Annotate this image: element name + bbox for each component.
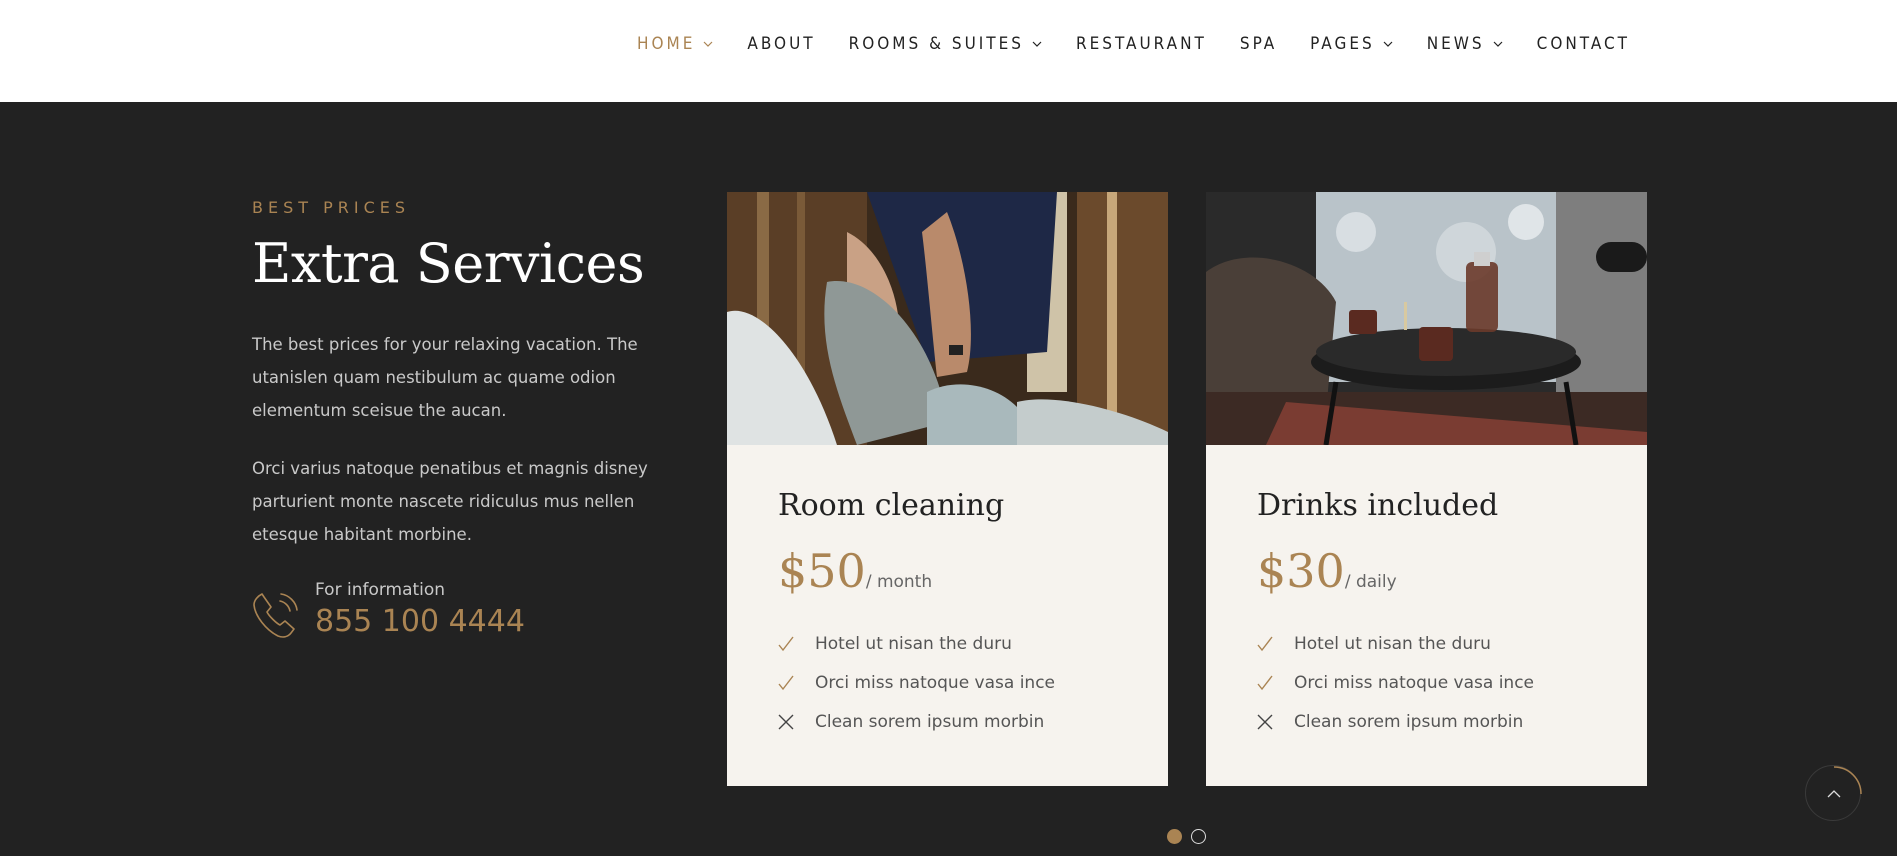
chevron-down-icon xyxy=(1032,41,1042,47)
nav-item-label: PAGES xyxy=(1310,34,1375,54)
nav-item-about[interactable]: ABOUT xyxy=(747,34,815,54)
main-nav: HOME ABOUT ROOMS & SUITES RESTAURANT SPA… xyxy=(637,34,1630,54)
list-item: Clean sorem ipsum morbin xyxy=(778,702,1055,741)
carousel-pager xyxy=(1167,829,1215,844)
nav-item-contact[interactable]: CONTACT xyxy=(1537,34,1630,54)
pager-dot[interactable] xyxy=(1167,829,1182,844)
price-amount: $30 xyxy=(1257,544,1345,598)
list-item: Orci miss natoque vasa ince xyxy=(778,663,1055,702)
nav-item-rooms-suites[interactable]: ROOMS & SUITES xyxy=(849,34,1043,54)
nav-item-spa[interactable]: SPA xyxy=(1240,34,1277,54)
section-paragraph: Orci varius natoque penatibus et magnis … xyxy=(252,459,648,544)
list-item: Orci miss natoque vasa ince xyxy=(1257,663,1534,702)
list-item: Hotel ut nisan the duru xyxy=(778,624,1055,663)
nav-item-label: HOME xyxy=(636,34,696,54)
close-icon xyxy=(1257,714,1273,729)
section-paragraph: The best prices for your relaxing vacati… xyxy=(252,335,638,420)
check-icon xyxy=(1257,636,1273,651)
price-amount: $50 xyxy=(778,544,866,598)
feature-text: Clean sorem ipsum morbin xyxy=(1294,711,1524,732)
feature-list: Hotel ut nisan the duru Orci miss natoqu… xyxy=(778,624,1055,741)
card-title: Drinks included xyxy=(1257,488,1499,523)
close-icon xyxy=(778,714,794,729)
card-title: Room cleaning xyxy=(778,488,1005,523)
check-icon xyxy=(1257,675,1273,690)
feature-list: Hotel ut nisan the duru Orci miss natoqu… xyxy=(1257,624,1534,741)
list-item: Hotel ut nisan the duru xyxy=(1257,624,1534,663)
nav-item-label: NEWS xyxy=(1426,34,1485,54)
housekeeping-photo xyxy=(727,192,1168,445)
pager-dot[interactable] xyxy=(1191,829,1206,844)
nav-item-label: ROOMS & SUITES xyxy=(848,34,1024,54)
service-card: Drinks included $30/ daily Hotel ut nisa… xyxy=(1206,192,1647,786)
nav-item-label: ABOUT xyxy=(747,34,816,54)
nav-item-label: RESTAURANT xyxy=(1076,34,1207,54)
phone-number[interactable]: 855 100 4444 xyxy=(315,604,525,639)
info-label: For information xyxy=(315,580,446,600)
nav-item-pages[interactable]: PAGES xyxy=(1310,34,1394,54)
nav-item-restaurant[interactable]: RESTAURANT xyxy=(1076,34,1207,54)
price-period: / daily xyxy=(1344,572,1397,592)
price-period: / month xyxy=(865,572,933,592)
feature-text: Clean sorem ipsum morbin xyxy=(815,711,1045,732)
feature-text: Orci miss natoque vasa ince xyxy=(1294,672,1535,693)
feature-text: Hotel ut nisan the duru xyxy=(1294,633,1491,654)
feature-text: Orci miss natoque vasa ince xyxy=(815,672,1056,693)
card-price: $30/ daily xyxy=(1257,544,1397,598)
card-price: $50/ month xyxy=(778,544,932,598)
chevron-up-icon xyxy=(1827,766,1862,798)
feature-text: Hotel ut nisan the duru xyxy=(815,633,1012,654)
nav-item-news[interactable]: NEWS xyxy=(1427,34,1504,54)
chevron-down-icon xyxy=(703,41,713,47)
drinks-table-photo xyxy=(1206,192,1647,445)
nav-item-label: SPA xyxy=(1239,34,1278,54)
section-subtitle: BEST PRICES xyxy=(252,198,411,217)
nav-item-label: CONTACT xyxy=(1536,34,1630,54)
site-header: HOME ABOUT ROOMS & SUITES RESTAURANT SPA… xyxy=(0,0,1897,102)
phone-icon xyxy=(253,593,298,638)
back-to-top-button[interactable] xyxy=(1805,765,1862,821)
nav-item-home[interactable]: HOME xyxy=(637,34,714,54)
check-icon xyxy=(778,636,794,651)
section-title: Extra Services xyxy=(252,232,645,295)
check-icon xyxy=(778,675,794,690)
chevron-down-icon xyxy=(1383,41,1393,47)
service-card: Room cleaning $50/ month Hotel ut nisan … xyxy=(727,192,1168,786)
chevron-down-icon xyxy=(1493,41,1503,47)
list-item: Clean sorem ipsum morbin xyxy=(1257,702,1534,741)
